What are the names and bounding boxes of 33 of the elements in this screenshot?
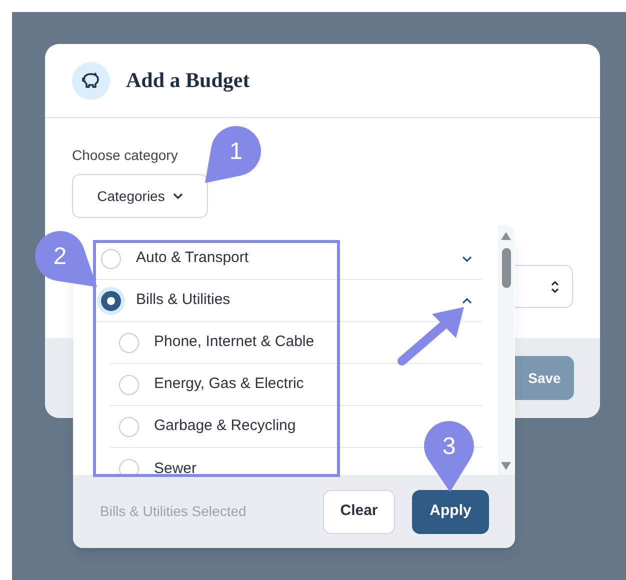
scrollbar[interactable] — [498, 225, 514, 475]
chevron-up-icon[interactable] — [462, 298, 472, 304]
subcategory-option[interactable]: Garbage & Recycling — [119, 415, 296, 438]
categories-dropdown-button[interactable]: Categories — [72, 174, 208, 218]
category-option[interactable]: Bills & Utilities — [101, 289, 230, 312]
scroll-up-icon[interactable] — [501, 232, 511, 240]
radio-button[interactable] — [119, 374, 139, 394]
apply-button[interactable]: Apply — [412, 490, 489, 534]
callout-marker — [424, 421, 474, 492]
piggy-bank-icon — [72, 62, 110, 100]
radio-button[interactable] — [119, 416, 139, 436]
callout-marker — [35, 231, 97, 287]
clear-button[interactable]: Clear — [323, 490, 395, 534]
radio-button[interactable] — [101, 248, 121, 268]
dialog-title: Add a Budget — [126, 66, 250, 94]
callout-number: 3 — [442, 433, 456, 460]
scrollbar-thumb[interactable] — [502, 248, 510, 288]
callout-marker — [205, 126, 261, 183]
spinner-icon[interactable] — [550, 278, 560, 294]
field-label: Choose category — [72, 146, 178, 164]
annotation-arrow — [398, 307, 464, 366]
subcategory-option[interactable]: Phone, Internet & Cable — [119, 331, 314, 354]
radio-button[interactable] — [101, 290, 121, 310]
chevron-down-icon — [172, 193, 183, 199]
scroll-down-icon[interactable] — [501, 462, 511, 470]
chevron-down-icon[interactable] — [462, 256, 472, 262]
radio-button[interactable] — [119, 459, 139, 475]
selection-status: Bills & Utilities Selected — [100, 502, 246, 521]
callout-number: 1 — [229, 138, 243, 165]
category-option[interactable]: Auto & Transport — [101, 247, 249, 270]
callout-number: 2 — [53, 243, 67, 270]
subcategory-option[interactable]: Energy, Gas & Electric — [119, 373, 304, 396]
radio-button[interactable] — [119, 332, 139, 352]
